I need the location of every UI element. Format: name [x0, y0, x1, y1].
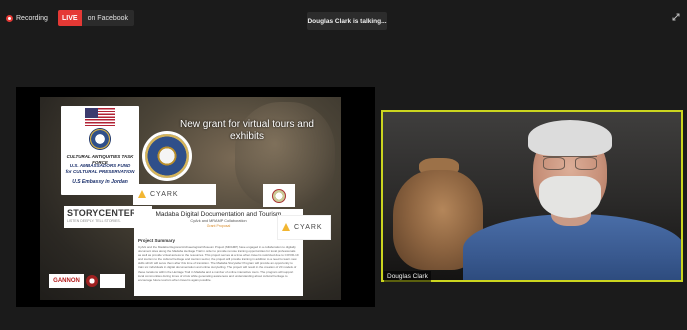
partner-logo [100, 274, 125, 288]
cyark-logo-text: CYARK [294, 224, 323, 231]
participant-beard [539, 176, 601, 218]
great-seal-icon [142, 131, 192, 181]
fullscreen-icon[interactable] [672, 13, 680, 21]
recording-label: Recording [16, 14, 48, 22]
recording-indicator[interactable]: Recording [6, 11, 48, 25]
summary-heading: Project Summary [138, 238, 176, 243]
summary-status: Grant Proposal [206, 224, 231, 228]
live-platform-label: on Facebook [87, 14, 129, 22]
usa-card-line3: for CULTURAL PRESERVATION [65, 169, 135, 174]
participant-name-label: Douglas Clark [384, 271, 431, 282]
cyark-logo-icon [282, 222, 291, 233]
us-embassy-card: CULTURAL ANTIQUITIES TASK FORCE U.S. AMB… [61, 106, 139, 195]
live-stream-indicator[interactable]: LIVE on Facebook [58, 10, 135, 26]
cyark-logo-banner: CYARK [133, 184, 216, 205]
participant-hair [528, 120, 612, 156]
cyark-logo-icon [138, 189, 147, 200]
meeting-window: Recording LIVE on Facebook Douglas Clark… [0, 0, 687, 330]
slide-title: New grant for virtual tours and exhibits [180, 119, 314, 142]
summary-title: Madaba Digital Documentation and Tourism [155, 211, 282, 218]
university-seal-icon [86, 275, 98, 287]
recording-dot-icon [6, 14, 13, 22]
participant-glasses [543, 156, 597, 170]
mramp-badge-icon [263, 184, 295, 207]
shared-slide: New grant for virtual tours and exhibits… [40, 97, 341, 300]
summary-body: CyArk and the Madaba Regional Archaeolog… [138, 245, 299, 282]
live-badge: LIVE [58, 10, 82, 26]
usa-card-line4: U.S Embassy in Jordan [72, 179, 128, 185]
us-flag-icon [85, 108, 115, 126]
participant-video-tile[interactable] [381, 110, 683, 282]
gannon-logo: GANNON [49, 274, 84, 288]
state-department-seal-icon [89, 128, 111, 150]
cyark-logo-card: CYARK [277, 215, 331, 240]
cyark-logo-text: CYARK [150, 191, 179, 198]
talking-indicator: Douglas Clark is talking... [307, 12, 387, 30]
